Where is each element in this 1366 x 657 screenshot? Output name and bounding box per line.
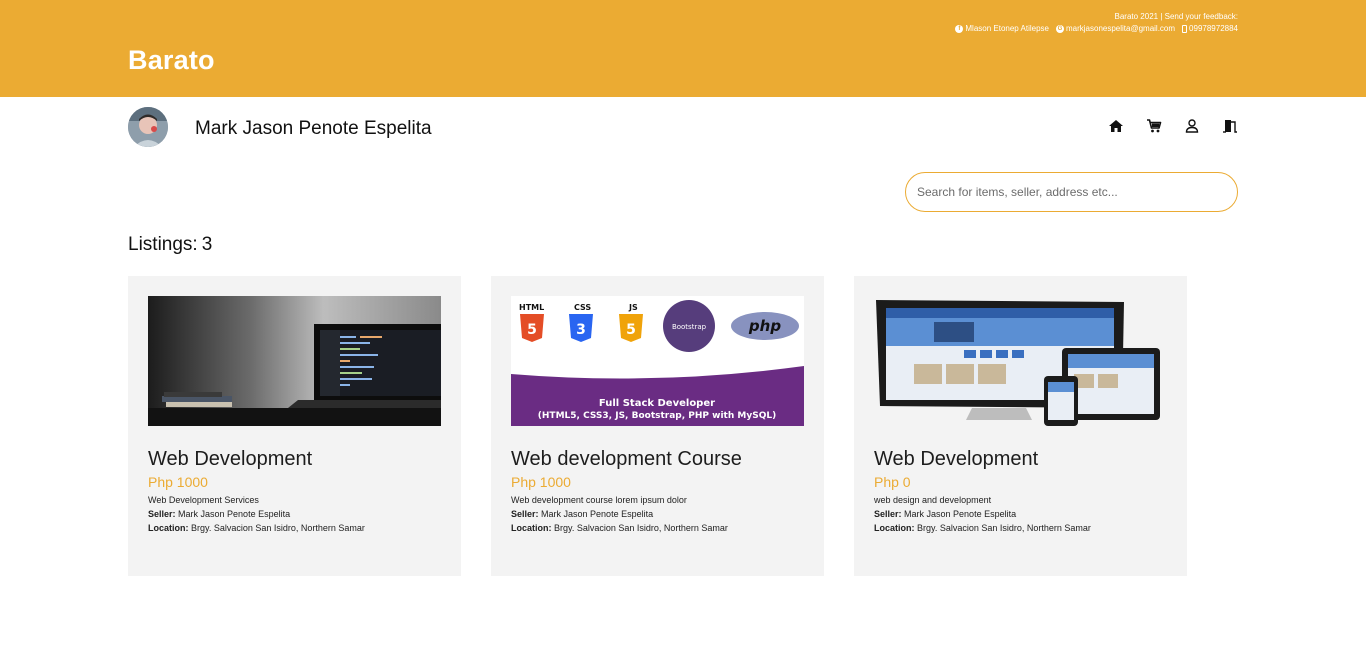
css-logo-text: CSS (574, 303, 591, 312)
email-address: markjasonespelita@gmail.com (1065, 24, 1176, 33)
seller-label: Seller: (148, 509, 176, 519)
phone-number: 09978972884 (1189, 24, 1238, 33)
listing-card[interactable]: HTML 5 CSS 3 JS 5 Bootstrap php Full Sta… (491, 276, 824, 576)
facebook-contact[interactable]: f Mlason Etonep Atilepse (955, 23, 1049, 35)
html-logo-text: HTML (519, 303, 544, 312)
listing-price: Php 0 (874, 474, 911, 490)
nav-icons (1108, 118, 1238, 134)
svg-text:5: 5 (626, 322, 636, 338)
banner-line-1: Full Stack Developer (599, 398, 715, 409)
home-icon[interactable] (1108, 118, 1124, 134)
listing-description: Web Development Services (148, 495, 259, 505)
seller-name: Mark Jason Penote Espelita (178, 509, 291, 519)
seller-label: Seller: (511, 509, 539, 519)
listings-count: 3 (201, 234, 213, 255)
contact-list: f Mlason Etonep Atilepse G markjasonespe… (955, 23, 1238, 35)
svg-text:5: 5 (527, 322, 537, 338)
banner-line-2: (HTML5, CSS3, JS, Bootstrap, PHP with My… (538, 411, 776, 421)
listing-location: Location: Brgy. Salvacion San Isidro, No… (148, 523, 441, 533)
listing-image[interactable] (874, 296, 1167, 426)
listing-description: web design and development (874, 495, 992, 505)
phone-contact: 09978972884 (1182, 23, 1238, 35)
php-logo-text: php (748, 317, 781, 335)
listing-image[interactable]: HTML 5 CSS 3 JS 5 Bootstrap php Full Sta… (511, 296, 804, 426)
profile-name: Mark Jason Penote Espelita (195, 118, 432, 139)
location-value: Brgy. Salvacion San Isidro, Northern Sam… (554, 523, 728, 533)
listing-price: Php 1000 (148, 474, 208, 490)
listings-label: Listings: (128, 234, 198, 255)
listings-heading: Listings: 3 (128, 234, 212, 256)
top-header: Barato 2021 | Send your feedback: f Mlas… (0, 0, 1366, 97)
location-label: Location: (511, 523, 552, 533)
seller-name: Mark Jason Penote Espelita (904, 509, 1017, 519)
feedback-info: Barato 2021 | Send your feedback: f Mlas… (955, 11, 1238, 35)
listing-description: Web development course lorem ipsum dolor (511, 495, 687, 505)
location-value: Brgy. Salvacion San Isidro, Northern Sam… (191, 523, 365, 533)
brand-logo[interactable]: Barato (128, 45, 215, 76)
listing-seller: Seller: Mark Jason Penote Espelita (874, 509, 1167, 519)
seller-name: Mark Jason Penote Espelita (541, 509, 654, 519)
listing-seller: Seller: Mark Jason Penote Espelita (511, 509, 804, 519)
feedback-line: Barato 2021 | Send your feedback: (1114, 12, 1239, 21)
facebook-icon: f (955, 25, 964, 33)
listing-title[interactable]: Web development Course (511, 448, 804, 471)
listing-card[interactable]: Web Development Php 0 web design and dev… (854, 276, 1187, 576)
seller-label: Seller: (874, 509, 902, 519)
js-logo-text: JS (628, 303, 638, 312)
listing-price: Php 1000 (511, 474, 571, 490)
listing-image[interactable] (148, 296, 441, 426)
google-icon: G (1055, 25, 1064, 33)
user-icon[interactable] (1184, 118, 1200, 134)
email-contact[interactable]: G markjasonespelita@gmail.com (1055, 23, 1176, 35)
location-value: Brgy. Salvacion San Isidro, Northern Sam… (917, 523, 1091, 533)
phone-icon (1182, 25, 1188, 33)
svg-text:3: 3 (576, 322, 586, 338)
location-label: Location: (874, 523, 915, 533)
listing-card[interactable]: Web Development Php 1000 Web Development… (128, 276, 461, 576)
logout-icon[interactable] (1222, 118, 1238, 134)
facebook-name: Mlason Etonep Atilepse (965, 24, 1049, 33)
listing-title[interactable]: Web Development (874, 448, 1167, 471)
listing-title[interactable]: Web Development (148, 448, 441, 471)
cart-icon[interactable] (1146, 118, 1162, 134)
bootstrap-logo-text: Bootstrap (672, 323, 707, 331)
avatar[interactable] (128, 107, 168, 147)
listing-location: Location: Brgy. Salvacion San Isidro, No… (511, 523, 804, 533)
listing-seller: Seller: Mark Jason Penote Espelita (148, 509, 441, 519)
location-label: Location: (148, 523, 189, 533)
search-input[interactable] (905, 172, 1238, 212)
listing-location: Location: Brgy. Salvacion San Isidro, No… (874, 523, 1167, 533)
